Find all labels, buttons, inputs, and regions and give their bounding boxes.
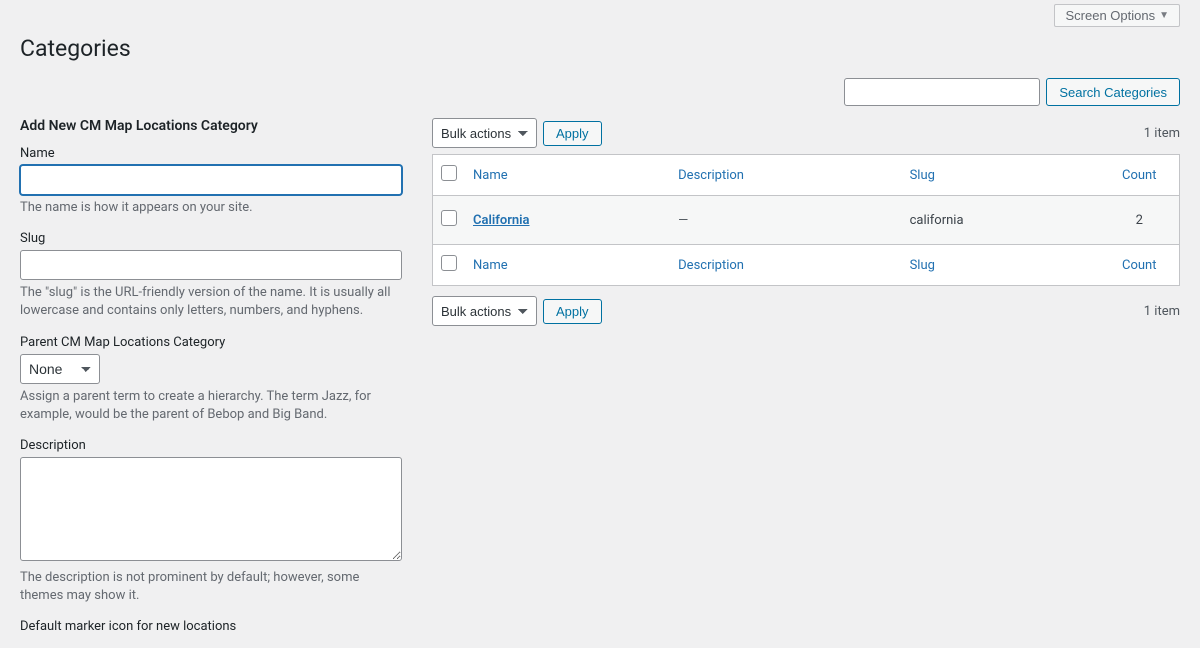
col-slug-foot[interactable]: Slug <box>902 245 1100 286</box>
marker-icon-label: Default marker icon for new locations <box>20 619 402 634</box>
categories-table: Name Description Slug Count California —… <box>432 154 1180 286</box>
row-count: 2 <box>1100 196 1180 245</box>
row-checkbox[interactable] <box>441 210 457 226</box>
apply-button-bottom[interactable]: Apply <box>543 299 602 324</box>
parent-select[interactable]: None <box>20 354 100 384</box>
row-name-link[interactable]: California <box>473 213 530 228</box>
select-all-top[interactable] <box>441 165 457 181</box>
apply-button-top[interactable]: Apply <box>543 121 602 146</box>
parent-label: Parent CM Map Locations Category <box>20 335 402 350</box>
slug-help: The "slug" is the URL-friendly version o… <box>20 284 402 320</box>
description-label: Description <box>20 438 402 453</box>
search-categories-button[interactable]: Search Categories <box>1046 78 1180 106</box>
col-description[interactable]: Description <box>670 155 901 196</box>
col-name-foot[interactable]: Name <box>465 245 670 286</box>
description-help: The description is not prominent by defa… <box>20 569 402 605</box>
description-textarea[interactable] <box>20 457 402 561</box>
slug-label: Slug <box>20 231 402 246</box>
select-all-bottom[interactable] <box>441 255 457 271</box>
add-new-heading: Add New CM Map Locations Category <box>20 118 402 134</box>
chevron-down-icon: ▼ <box>1159 10 1169 21</box>
col-description-foot[interactable]: Description <box>670 245 901 286</box>
slug-input[interactable] <box>20 250 402 280</box>
name-help: The name is how it appears on your site. <box>20 199 402 217</box>
parent-help: Assign a parent term to create a hierarc… <box>20 388 402 424</box>
row-slug: california <box>902 196 1100 245</box>
search-input[interactable] <box>844 78 1040 106</box>
row-description: — <box>678 213 688 228</box>
screen-options-toggle[interactable]: Screen Options ▼ <box>1054 4 1180 27</box>
screen-options-label: Screen Options <box>1065 8 1155 23</box>
col-count[interactable]: Count <box>1100 155 1180 196</box>
item-count-top: 1 item <box>1144 126 1180 141</box>
table-row: California — california 2 <box>433 196 1180 245</box>
col-slug[interactable]: Slug <box>902 155 1100 196</box>
name-input[interactable] <box>20 165 402 195</box>
name-label: Name <box>20 146 402 161</box>
bulk-actions-select-top[interactable]: Bulk actions <box>432 118 537 148</box>
bulk-actions-select-bottom[interactable]: Bulk actions <box>432 296 537 326</box>
page-title: Categories <box>20 35 1180 62</box>
item-count-bottom: 1 item <box>1144 304 1180 319</box>
col-count-foot[interactable]: Count <box>1100 245 1180 286</box>
col-name[interactable]: Name <box>465 155 670 196</box>
